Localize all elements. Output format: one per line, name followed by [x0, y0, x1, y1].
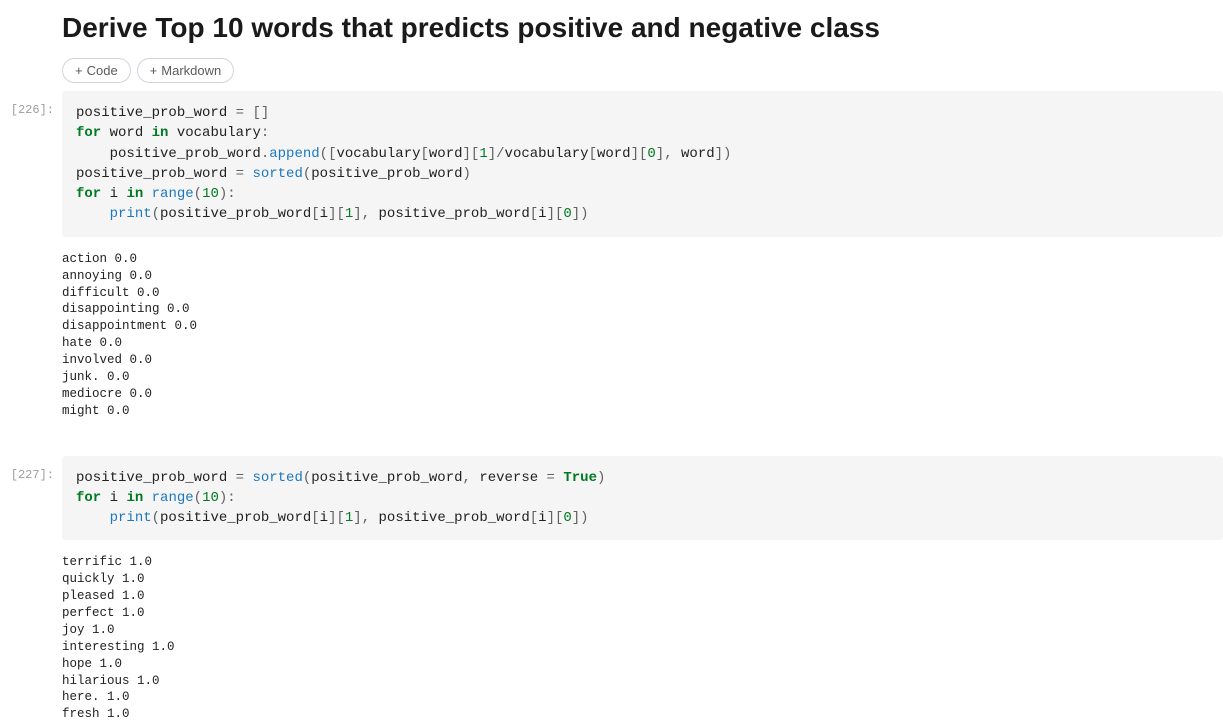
cell-body: positive_prob_word = [] for word in voca… — [62, 91, 1223, 237]
output-prompt — [0, 544, 62, 556]
execution-count: [227]: — [0, 456, 62, 482]
section-heading: Derive Top 10 words that predicts positi… — [62, 12, 1223, 44]
output-prompt — [0, 241, 62, 253]
output-cell: action 0.0 annoying 0.0 difficult 0.0 di… — [0, 241, 1223, 420]
plus-icon: + — [150, 63, 158, 78]
cell-toolbar: + Code + Markdown — [0, 58, 1223, 83]
execution-count: [226]: — [0, 91, 62, 117]
output-cell: terrific 1.0 quickly 1.0 pleased 1.0 per… — [0, 544, 1223, 723]
code-input[interactable]: positive_prob_word = [] for word in voca… — [62, 91, 1223, 237]
markdown-cell: Derive Top 10 words that predicts positi… — [0, 0, 1223, 50]
cell-body: positive_prob_word = sorted(positive_pro… — [62, 456, 1223, 541]
cell-body: terrific 1.0 quickly 1.0 pleased 1.0 per… — [62, 544, 1223, 723]
plus-icon: + — [75, 63, 83, 78]
add-code-button[interactable]: + Code — [62, 58, 131, 83]
add-markdown-button[interactable]: + Markdown — [137, 58, 235, 83]
add-code-label: Code — [87, 63, 118, 78]
cell-output: action 0.0 annoying 0.0 difficult 0.0 di… — [62, 241, 1223, 420]
cell-output: terrific 1.0 quickly 1.0 pleased 1.0 per… — [62, 544, 1223, 723]
code-cell: [226]: positive_prob_word = [] for word … — [0, 91, 1223, 237]
add-markdown-label: Markdown — [161, 63, 221, 78]
cell-body: action 0.0 annoying 0.0 difficult 0.0 di… — [62, 241, 1223, 420]
code-cell: [227]: positive_prob_word = sorted(posit… — [0, 456, 1223, 541]
notebook: Derive Top 10 words that predicts positi… — [0, 0, 1223, 723]
code-input[interactable]: positive_prob_word = sorted(positive_pro… — [62, 456, 1223, 541]
